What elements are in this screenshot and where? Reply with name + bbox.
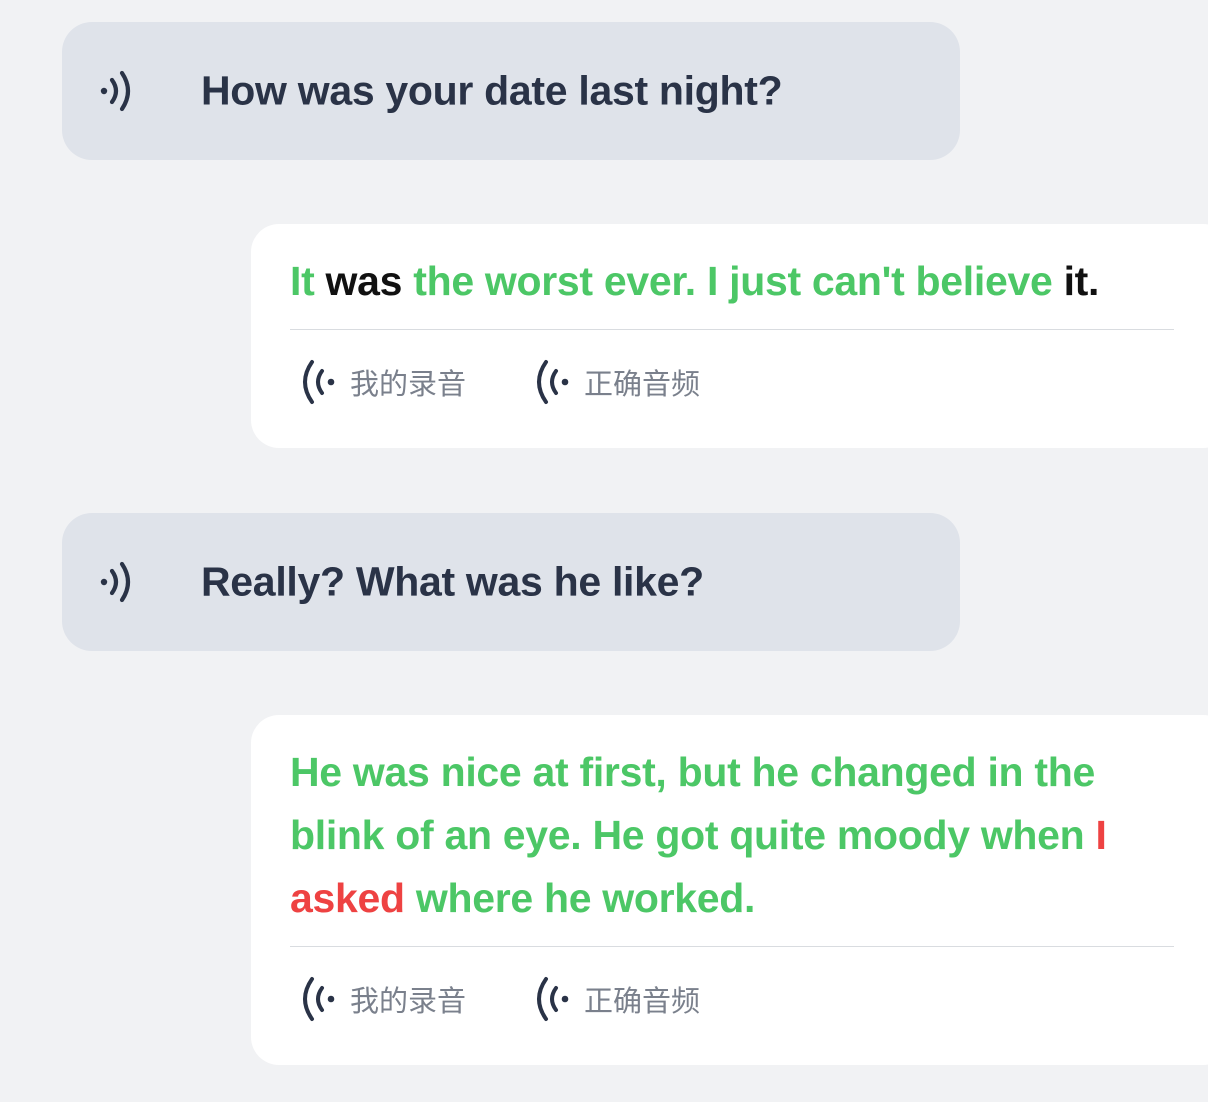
conversation-screen: How was your date last night? It was the…: [0, 0, 1208, 1102]
my-recording-button[interactable]: 我的录音: [300, 975, 466, 1023]
answer-word: was: [314, 258, 403, 304]
correct-audio-button[interactable]: 正确音频: [534, 358, 700, 406]
speaker-icon[interactable]: [98, 69, 138, 113]
prompt-bubble: Really? What was he like?: [62, 513, 960, 651]
waves-icon: [537, 360, 569, 404]
prompt-text: How was your date last night?: [201, 67, 783, 114]
answer-card: It was the worst ever. I just can't beli…: [251, 224, 1208, 448]
waves-icon: [537, 977, 569, 1021]
answer-word: He was nice at first, but he changed in …: [290, 749, 1095, 858]
my-recording-label: 我的录音: [350, 986, 467, 1018]
prompt-text: Really? What was he like?: [201, 558, 704, 605]
answer-word: the worst ever. I just can't believe: [402, 258, 1053, 304]
waves-icon: [303, 977, 335, 1021]
answer-word: It: [290, 258, 315, 304]
my-recording-label: 我的录音: [350, 369, 467, 401]
my-recording-button[interactable]: 我的录音: [300, 358, 466, 406]
audio-actions: 我的录音 正确音频: [290, 330, 1197, 440]
audio-actions: 我的录音 正确音频: [290, 947, 1197, 1057]
answer-card: He was nice at first, but he changed in …: [251, 715, 1208, 1065]
correct-audio-label: 正确音频: [584, 369, 701, 401]
answer-word: it.: [1052, 258, 1100, 304]
answer-text: He was nice at first, but he changed in …: [290, 741, 1170, 930]
answer-text: It was the worst ever. I just can't beli…: [290, 250, 1170, 313]
answer-word: where he worked.: [404, 875, 756, 921]
correct-audio-button[interactable]: 正确音频: [534, 975, 700, 1023]
speaker-icon[interactable]: [98, 560, 138, 604]
correct-audio-label: 正确音频: [584, 986, 701, 1018]
waves-icon: [303, 360, 335, 404]
prompt-bubble: How was your date last night?: [62, 22, 960, 160]
